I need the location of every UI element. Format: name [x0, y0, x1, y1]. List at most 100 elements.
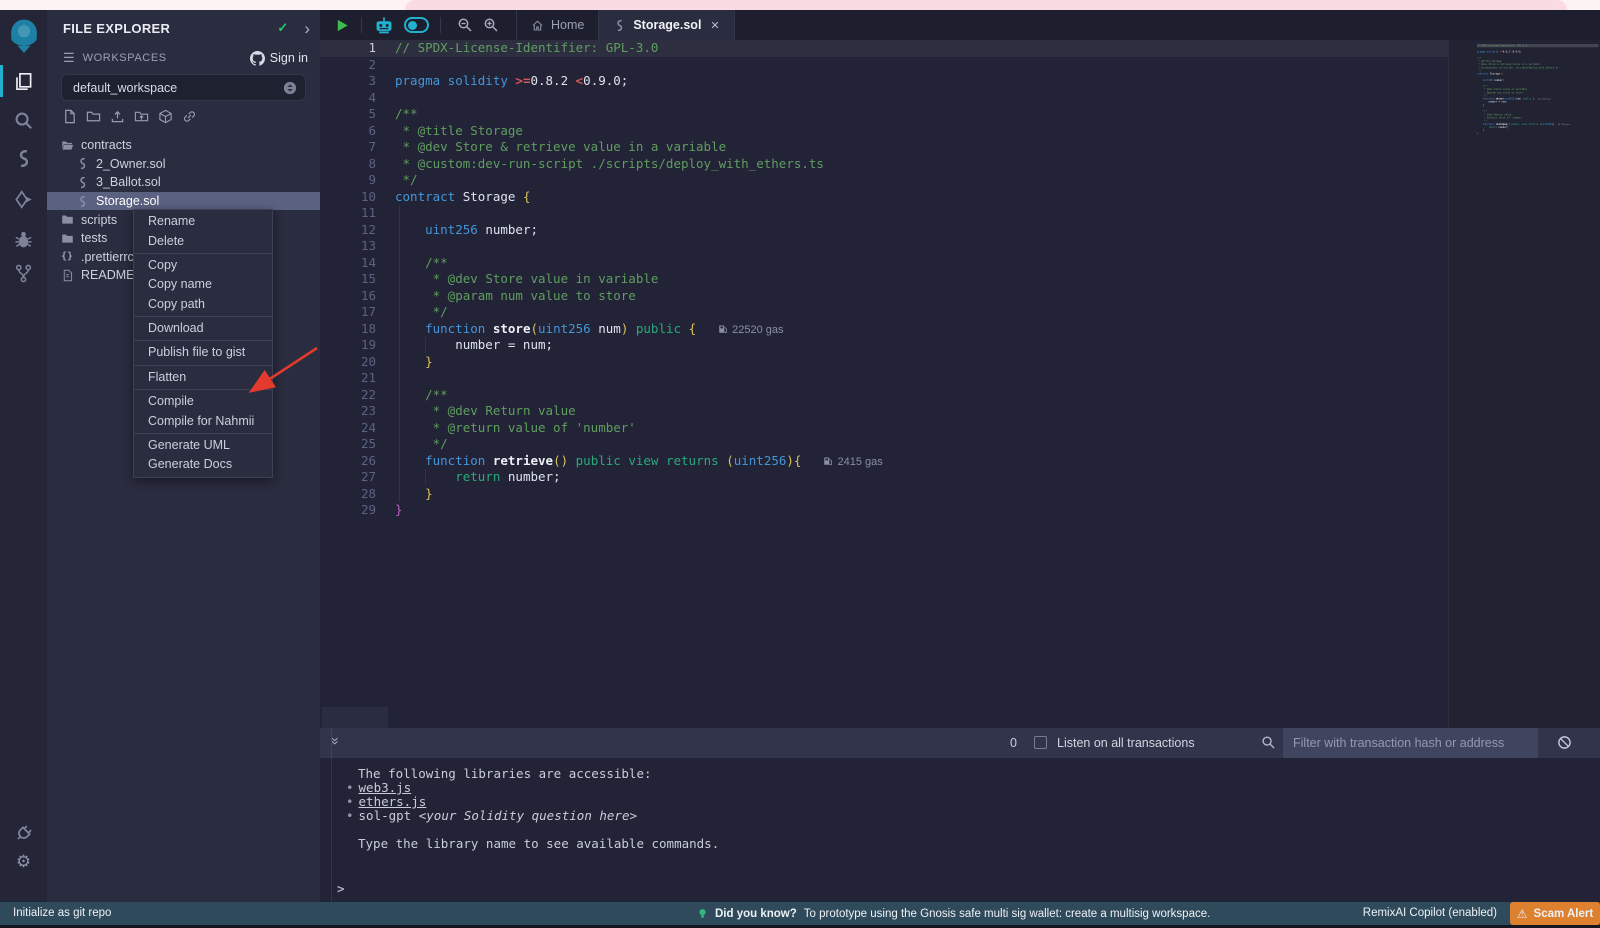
code-token: 0.8.2 [1503, 50, 1512, 53]
terminal-drag-handle[interactable] [322, 707, 388, 728]
plugin-manager-icon[interactable] [0, 818, 47, 848]
upload-file-icon[interactable] [110, 109, 125, 124]
terminal-output[interactable]: The following libraries are accessible: … [320, 758, 1600, 902]
line-number: 6 [320, 123, 390, 140]
menu-item-generate-docs[interactable]: Generate Docs [134, 455, 272, 474]
code-token: ){ [1551, 122, 1554, 125]
hamburger-icon[interactable]: ☰ [63, 50, 75, 66]
menu-item-compile[interactable]: Compile [134, 392, 272, 411]
settings-icon[interactable]: ⚙ [0, 847, 47, 877]
menu-item-copy-name[interactable]: Copy name [134, 275, 272, 294]
git-icon[interactable] [0, 258, 47, 288]
minimap[interactable]: // SPDX-License-Identifier: GPL-3.0pragm… [1477, 44, 1599, 156]
code-token: contract [395, 189, 463, 204]
tree-item-contracts[interactable]: contracts [47, 136, 320, 155]
code-token: num [591, 321, 621, 336]
menu-item-flatten[interactable]: Flatten [134, 368, 272, 387]
import-from-url-icon[interactable] [182, 109, 197, 124]
git-init-button[interactable]: Initialize as git repo [13, 902, 111, 925]
menu-item-copy-path[interactable]: Copy path [134, 295, 272, 314]
code-line [395, 57, 883, 74]
code-token: } [1483, 129, 1484, 132]
file-context-menu: RenameDelete CopyCopy nameCopy path Downlo… [133, 209, 273, 478]
chevron-right-icon[interactable]: › [304, 20, 310, 37]
close-icon[interactable]: ✕ [710, 19, 719, 32]
code-token: function [425, 321, 493, 336]
listen-checkbox[interactable] [1034, 736, 1047, 749]
menu-item-generate-uml[interactable]: Generate UML [134, 436, 272, 455]
library-link[interactable]: web3.js [359, 780, 412, 795]
code-token: uint256 [734, 453, 787, 468]
tab-home[interactable]: Home [516, 10, 598, 40]
browser-tab-shape [405, 0, 1567, 10]
code-token: public [636, 321, 681, 336]
new-file-icon[interactable] [62, 109, 77, 124]
code-token: } [425, 354, 433, 369]
code-token [568, 453, 576, 468]
terminal-prompt[interactable]: > [337, 882, 345, 896]
tree-item-storage-sol[interactable]: Storage.sol [47, 192, 320, 211]
deploy-and-run-icon[interactable] [0, 184, 47, 214]
code-token: * @title Storage [395, 123, 523, 138]
new-folder-icon[interactable] [86, 109, 101, 124]
code-token: ){ [786, 453, 801, 468]
line-number: 22 [320, 387, 390, 404]
line-number: 17 [320, 304, 390, 321]
menu-item-publish-file-to-gist[interactable]: Publish file to gist [134, 343, 272, 362]
terminal-library-item: •web3.js [320, 781, 1600, 795]
code-token: } [1483, 104, 1484, 107]
line-number: 19 [320, 337, 390, 354]
menu-item-delete[interactable]: Delete [134, 231, 272, 250]
code-editor[interactable]: 1234567891011121314151617181920212223242… [320, 40, 1600, 728]
remix-logo-icon[interactable] [0, 16, 47, 56]
menu-item-rename[interactable]: Rename [134, 212, 272, 231]
code-line: * @return value of 'number' [395, 420, 883, 437]
code-token: uint256 [538, 321, 591, 336]
search-icon[interactable] [0, 105, 47, 135]
code-line: * @dev Store value in variable [395, 271, 883, 288]
menu-item-copy[interactable]: Copy [134, 256, 272, 275]
transaction-filter-input[interactable] [1283, 728, 1538, 758]
search-icon[interactable] [1261, 735, 1276, 750]
code-token: public view returns [1511, 122, 1538, 125]
zoom-out-icon[interactable] [457, 17, 473, 33]
line-number: 15 [320, 271, 390, 288]
clear-console-icon[interactable] [1557, 735, 1572, 750]
github-icon [250, 51, 265, 66]
code-token: { [523, 189, 531, 204]
ai-assistant-icon[interactable] [373, 17, 395, 34]
tree-item-3-ballot-sol[interactable]: 3_Ballot.sol [47, 173, 320, 192]
library-link[interactable]: ethers.js [359, 794, 427, 809]
tab-storage-sol[interactable]: Storage.sol✕ [598, 10, 734, 40]
menu-item-download[interactable]: Download [134, 319, 272, 338]
copilot-status[interactable]: RemixAI Copilot (enabled) [1363, 902, 1497, 925]
sign-in-button[interactable]: Sign in [250, 51, 308, 66]
debugger-icon[interactable] [0, 224, 47, 254]
solidity-compiler-icon[interactable] [0, 143, 47, 173]
zoom-in-icon[interactable] [483, 17, 499, 33]
line-number: 2 [320, 57, 390, 74]
upload-folder-icon[interactable] [134, 109, 149, 124]
tree-item-2-owner-sol[interactable]: 2_Owner.sol [47, 155, 320, 174]
menu-item-compile-for-nahmii[interactable]: Compile for Nahmii [134, 411, 272, 430]
code-line: * @param num value to store [395, 288, 883, 305]
run-script-button[interactable] [335, 18, 350, 33]
scam-alert-button[interactable]: ⚠ Scam Alert [1510, 902, 1600, 925]
file-toolbar [62, 104, 197, 128]
code-token: } [425, 486, 433, 501]
line-number: 24 [320, 420, 390, 437]
gas-estimate-badge: 22520 gas [718, 324, 783, 336]
tab-label: Home [551, 18, 584, 32]
file-explorer-icon[interactable] [0, 64, 47, 98]
workspace-sort-icon [283, 81, 297, 95]
code-content: // SPDX-License-Identifier: GPL-3.0pragm… [395, 40, 883, 519]
code-token: } [395, 502, 403, 517]
line-number: 29 [320, 502, 390, 519]
workspace-select[interactable]: default_workspace [61, 74, 306, 101]
code-token: * @param num value to store [425, 288, 636, 303]
menu-group: Publish file to gist [134, 340, 272, 364]
copilot-toggle[interactable] [404, 17, 429, 33]
publish-to-ipfs-icon[interactable] [158, 109, 173, 124]
code-line: return number; [395, 469, 883, 486]
line-number: 4 [320, 90, 390, 107]
